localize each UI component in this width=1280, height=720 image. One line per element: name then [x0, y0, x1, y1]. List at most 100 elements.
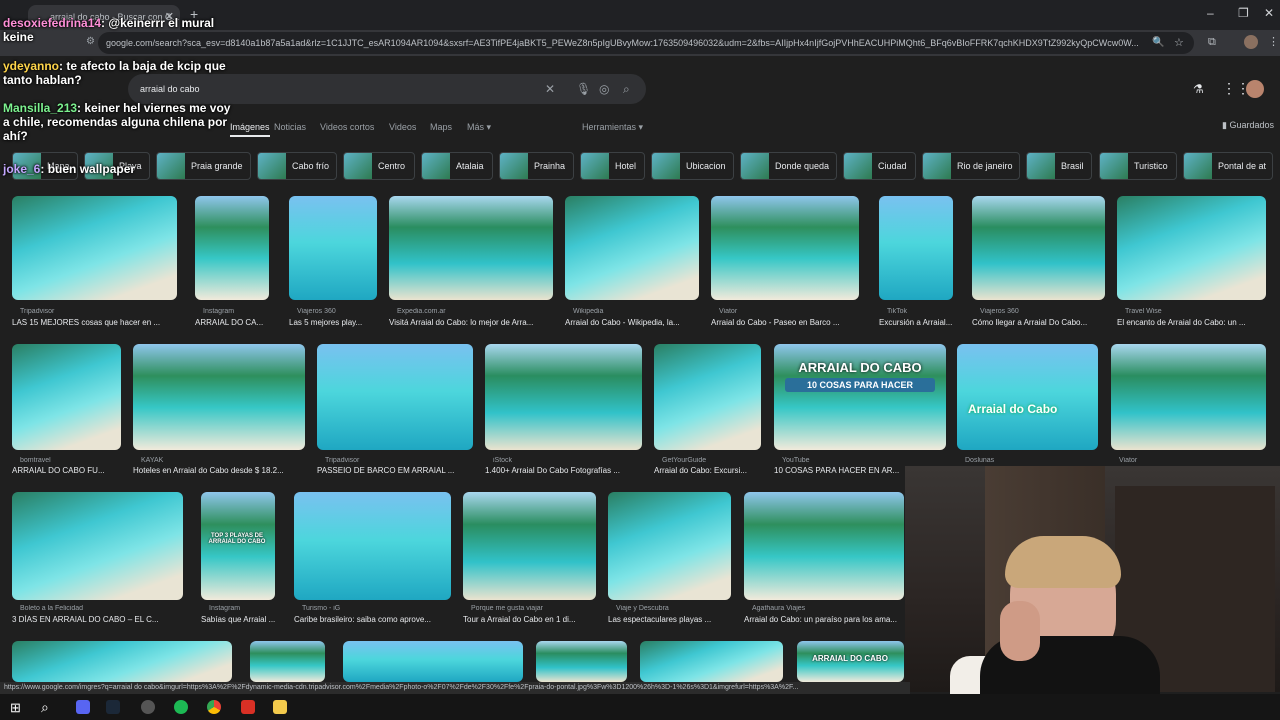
- result-image[interactable]: [654, 344, 761, 450]
- result-source[interactable]: Viajeros 360: [297, 308, 377, 315]
- microphone-icon[interactable]: 🎙: [576, 82, 591, 96]
- result-source[interactable]: KAYAK: [141, 457, 305, 464]
- result-caption[interactable]: Tour a Arraial do Cabo en 1 di...: [463, 615, 596, 624]
- discord-icon[interactable]: [76, 700, 90, 714]
- result-caption[interactable]: 1.400+ Arraial Do Cabo Fotografías ...: [485, 466, 642, 475]
- result-caption[interactable]: Cómo llegar a Arraial Do Cabo...: [972, 318, 1105, 327]
- chip-6[interactable]: Prainha: [499, 152, 574, 180]
- result-caption[interactable]: Las espectaculares playas ...: [608, 615, 731, 624]
- result-source[interactable]: Viaje y Descubra: [616, 605, 731, 612]
- result-image[interactable]: [1117, 196, 1266, 300]
- menu-dots-icon[interactable]: ⋮: [1268, 35, 1279, 48]
- result-caption[interactable]: Arraial do Cabo: un paraíso para los ama…: [744, 615, 904, 624]
- result-caption[interactable]: Visitá Arraial do Cabo: lo mejor de Arra…: [389, 318, 553, 327]
- result-image[interactable]: [12, 641, 232, 682]
- result-caption[interactable]: ARRAIAL DO CABO FU...: [12, 466, 121, 475]
- result-source[interactable]: Instagram: [209, 605, 275, 612]
- tab-videos-cortos[interactable]: Videos cortos: [320, 122, 374, 132]
- close-window-icon[interactable]: ✕: [1264, 6, 1274, 20]
- tab-noticias[interactable]: Noticias: [274, 122, 306, 132]
- result-caption[interactable]: 3 DÍAS EN ARRAIAL DO CABO – EL C...: [12, 615, 183, 624]
- result-image[interactable]: [133, 344, 305, 450]
- result-image[interactable]: [12, 492, 183, 600]
- result-image[interactable]: [289, 196, 377, 300]
- result-image[interactable]: [343, 641, 523, 682]
- result-image[interactable]: [250, 641, 325, 682]
- chip-7[interactable]: Hotel: [580, 152, 645, 180]
- bookmark-star-icon[interactable]: ☆: [1174, 36, 1184, 49]
- result-source[interactable]: Boleto a la Felicidad: [20, 605, 183, 612]
- result-source[interactable]: Agathaura Viajes: [752, 605, 904, 612]
- result-caption[interactable]: PASSEIO DE BARCO EM ARRAIAL ...: [317, 466, 473, 475]
- chip-9[interactable]: Donde queda: [740, 152, 837, 180]
- result-source[interactable]: Expedia.com.ar: [397, 308, 553, 315]
- result-caption[interactable]: El encanto de Arraial do Cabo: un ...: [1117, 318, 1266, 327]
- tab-imagenes[interactable]: Imágenes: [230, 122, 270, 137]
- result-caption[interactable]: Sabías que Arraial ...: [201, 615, 275, 624]
- chip-4[interactable]: Centro: [343, 152, 415, 180]
- result-image[interactable]: [463, 492, 596, 600]
- spotify-icon[interactable]: [174, 700, 188, 714]
- result-source[interactable]: Wikipedia: [573, 308, 699, 315]
- chip-2[interactable]: Praia grande: [156, 152, 251, 180]
- chip-12[interactable]: Brasil: [1026, 152, 1092, 180]
- maximize-icon[interactable]: ❐: [1238, 6, 1249, 20]
- result-source[interactable]: Viator: [1119, 457, 1266, 464]
- result-image[interactable]: [294, 492, 451, 600]
- result-source[interactable]: Tripadvisor: [20, 308, 177, 315]
- result-source[interactable]: Doslunas: [965, 457, 1098, 464]
- result-image[interactable]: [879, 196, 953, 300]
- result-source[interactable]: Travel Wise: [1125, 308, 1266, 315]
- result-caption[interactable]: Las 5 mejores play...: [289, 318, 377, 327]
- chip-14[interactable]: Pontal de at: [1183, 152, 1273, 180]
- google-account-avatar[interactable]: [1246, 80, 1264, 98]
- result-source[interactable]: Turismo - iG: [302, 605, 451, 612]
- result-image[interactable]: [957, 344, 1098, 450]
- result-image[interactable]: [640, 641, 783, 682]
- result-source[interactable]: Viator: [719, 308, 859, 315]
- result-caption[interactable]: Hoteles en Arraial do Cabo desde $ 18.2.…: [133, 466, 305, 475]
- result-caption[interactable]: LAS 15 MEJORES cosas que hacer en ...: [12, 318, 177, 327]
- saved-link[interactable]: ▮ Guardados: [1222, 120, 1274, 131]
- file-explorer-icon[interactable]: [273, 700, 287, 714]
- result-image[interactable]: [12, 344, 121, 450]
- result-image[interactable]: [608, 492, 731, 600]
- chrome-icon[interactable]: [207, 700, 221, 714]
- extensions-icon[interactable]: ⧉: [1208, 36, 1216, 49]
- zoom-icon[interactable]: 🔍: [1152, 37, 1164, 48]
- windows-start-icon[interactable]: ⊞: [10, 700, 21, 716]
- minimize-icon[interactable]: –: [1207, 6, 1214, 20]
- result-caption[interactable]: Arraial do Cabo - Wikipedia, la...: [565, 318, 699, 327]
- result-image[interactable]: [744, 492, 904, 600]
- result-image[interactable]: [711, 196, 859, 300]
- result-image[interactable]: [565, 196, 699, 300]
- steam-icon[interactable]: [106, 700, 120, 714]
- chip-8[interactable]: Ubicacion: [651, 152, 734, 180]
- result-caption[interactable]: Caribe brasileiro: saiba como aprove...: [294, 615, 451, 624]
- chip-11[interactable]: Rio de janeiro: [922, 152, 1020, 180]
- result-source[interactable]: Tripadvisor: [325, 457, 473, 464]
- result-image[interactable]: [317, 344, 473, 450]
- chip-3[interactable]: Cabo frío: [257, 152, 337, 180]
- tab-maps[interactable]: Maps: [430, 122, 452, 132]
- result-image[interactable]: [485, 344, 642, 450]
- labs-flask-icon[interactable]: ⚗: [1193, 82, 1204, 96]
- result-image[interactable]: [12, 196, 177, 300]
- result-source[interactable]: Porque me gusta viajar: [471, 605, 596, 612]
- result-image[interactable]: [536, 641, 627, 682]
- result-image[interactable]: [389, 196, 553, 300]
- tab-mas[interactable]: Más ▾: [467, 122, 491, 133]
- streaming-app-icon[interactable]: [241, 700, 255, 714]
- result-image[interactable]: [972, 196, 1105, 300]
- result-source[interactable]: iStock: [493, 457, 642, 464]
- lens-icon[interactable]: ◎: [599, 82, 609, 96]
- result-source[interactable]: YouTube: [782, 457, 946, 464]
- result-source[interactable]: Viajeros 360: [980, 308, 1105, 315]
- profile-avatar[interactable]: [1244, 35, 1258, 49]
- chip-13[interactable]: Turistico: [1099, 152, 1177, 180]
- result-source[interactable]: GetYourGuide: [662, 457, 761, 464]
- result-caption[interactable]: Excursión a Arraial...: [879, 318, 953, 327]
- result-image[interactable]: [1111, 344, 1266, 450]
- clear-search-icon[interactable]: ✕: [545, 82, 555, 96]
- result-caption[interactable]: ARRAIAL DO CA...: [195, 318, 269, 327]
